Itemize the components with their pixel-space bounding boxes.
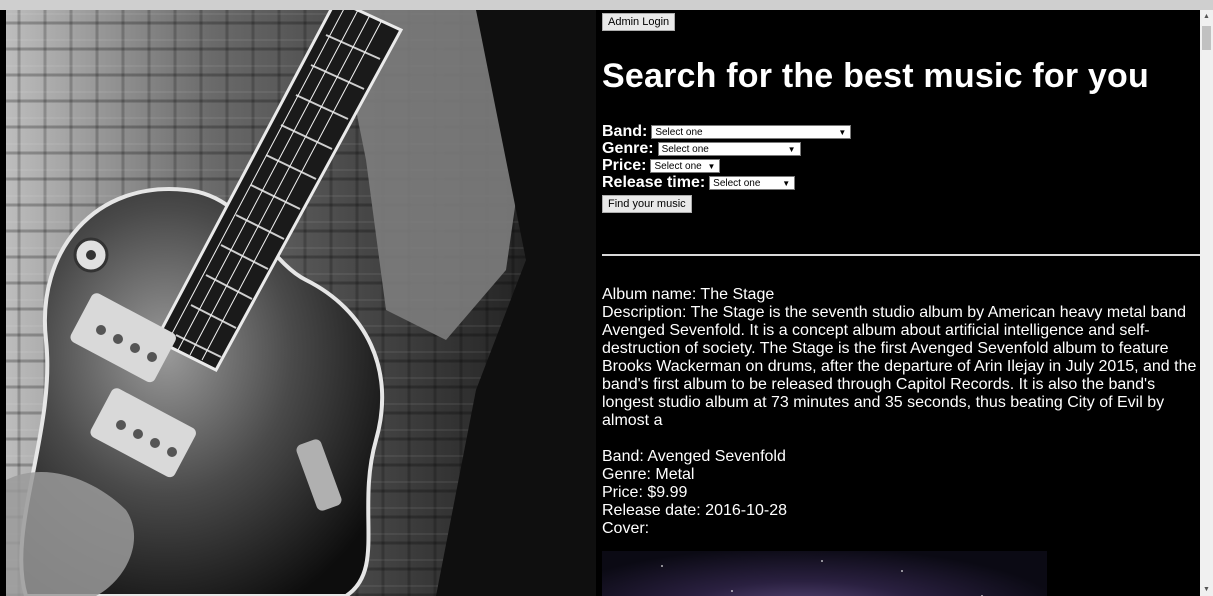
album-genre: Genre: Metal: [602, 466, 695, 483]
album-cover-label: Cover:: [602, 520, 650, 537]
filter-row-price: Price: Select one ▼: [602, 157, 851, 174]
album-band: Band: Avenged Sevenfold: [602, 448, 786, 465]
vertical-scrollbar[interactable]: ▲ ▼: [1200, 10, 1213, 596]
arrow-up-icon[interactable]: ▲: [1200, 10, 1213, 23]
scroll-thumb[interactable]: [1202, 26, 1211, 50]
price-select-value: Select one: [654, 160, 702, 172]
chevron-down-icon: ▼: [707, 161, 716, 171]
album-details: Album name: The Stage Description: The S…: [602, 286, 1200, 538]
album-release-date: Release date: 2016-10-28: [602, 502, 788, 519]
price-label: Price:: [602, 157, 647, 174]
album-price: Price: $9.99: [602, 484, 688, 501]
genre-label: Genre:: [602, 140, 654, 157]
chevron-down-icon: ▼: [838, 127, 847, 137]
find-music-button[interactable]: Find your music: [602, 195, 692, 213]
guitar-hero-image: [6, 10, 596, 596]
band-select[interactable]: Select one ▼: [651, 124, 852, 139]
search-filters: Band: Select one ▼ Genre: Select one ▼ P…: [602, 123, 852, 213]
price-select[interactable]: Select one ▼: [650, 158, 721, 173]
genre-select-value: Select one: [661, 143, 709, 155]
album-name: Album name: The Stage: [602, 286, 775, 303]
chevron-down-icon: ▼: [782, 178, 791, 188]
page-title: Search for the best music for you: [602, 57, 1149, 95]
album-description: Description: The Stage is the seventh st…: [602, 304, 1197, 429]
band-label: Band:: [602, 123, 648, 140]
filter-row-genre: Genre: Select one ▼: [602, 140, 851, 157]
release-time-label: Release time:: [602, 174, 706, 191]
browser-top-strip: [0, 0, 1213, 10]
admin-login-button[interactable]: Admin Login: [602, 13, 676, 31]
release-time-select-value: Select one: [713, 177, 761, 189]
chevron-down-icon: ▼: [787, 144, 796, 154]
filter-row-release-time: Release time: Select one ▼: [602, 174, 851, 191]
arrow-down-icon[interactable]: ▼: [1200, 583, 1213, 596]
release-time-select[interactable]: Select one ▼: [709, 175, 796, 190]
album-cover-image: [602, 551, 1047, 596]
band-select-value: Select one: [655, 126, 703, 138]
page: Admin Login Search for the best music fo…: [0, 0, 1213, 596]
section-divider: [602, 254, 1200, 256]
genre-select[interactable]: Select one ▼: [657, 141, 801, 156]
filter-row-band: Band: Select one ▼: [602, 123, 852, 140]
